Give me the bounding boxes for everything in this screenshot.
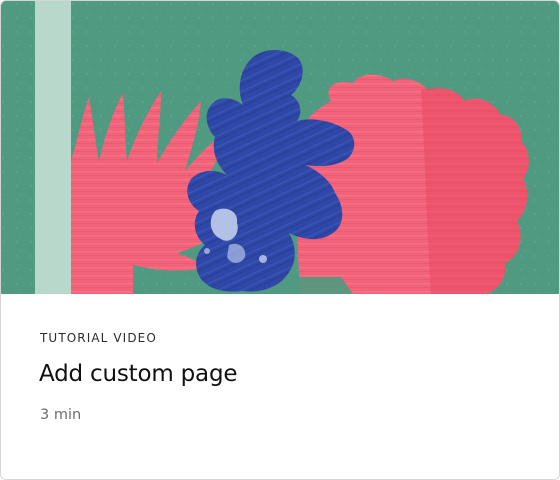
leaf-illustration — [1, 1, 559, 294]
tutorial-card[interactable]: TUTORIAL VIDEO Add custom page 3 min — [0, 0, 560, 480]
card-title[interactable]: Add custom page — [39, 361, 237, 387]
duration-label: 3 min — [40, 407, 82, 423]
content-type-label: TUTORIAL VIDEO — [40, 331, 157, 345]
thumbnail-image — [1, 1, 559, 294]
card-body: TUTORIAL VIDEO Add custom page 3 min — [1, 294, 559, 479]
